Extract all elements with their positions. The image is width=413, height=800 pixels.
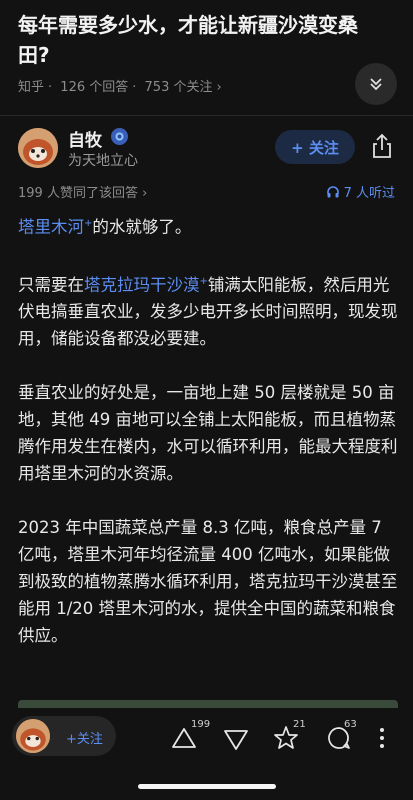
paragraph: 塔里木河+的水就够了。 (18, 217, 192, 237)
author-bio: 为天地立心 (68, 153, 138, 169)
question-title[interactable]: 每年需要多少水，才能让新疆沙漠变桑田? (18, 10, 358, 70)
upvote-count: 199 (191, 719, 211, 730)
double-chevron-down-icon (370, 78, 382, 91)
answers-count: 126 个回答 (60, 80, 129, 95)
share-icon[interactable] (368, 132, 396, 160)
question-meta[interactable]: 知乎 · 126 个回答 · 753 个关注 › (18, 76, 226, 95)
source-label: 知乎 (18, 80, 45, 95)
topic-link[interactable]: 塔里木河 (18, 218, 84, 237)
favorites-count: 21 (293, 719, 306, 730)
author-avatar[interactable] (18, 128, 58, 168)
follow-button[interactable]: + 关注 (275, 130, 355, 164)
listen-button[interactable]: 7 人听过 (326, 182, 395, 201)
image-preview-edge (18, 700, 398, 708)
answer-content: 塔里木河+的水就够了。 只需要在塔克拉玛干沙漠+铺满太阳能板，然后用光伏电搞垂直… (18, 210, 398, 676)
author-name[interactable]: 自牧 (68, 126, 102, 151)
followers-count: 753 个关注 (144, 80, 213, 95)
bottom-follow-button[interactable]: +关注 (66, 728, 103, 747)
collapse-button[interactable] (355, 63, 397, 105)
agree-count[interactable]: 199 人赞同了该回答 › (18, 182, 147, 201)
chevron-right-icon: › (142, 186, 148, 201)
verified-badge-icon (111, 128, 128, 145)
topic-link[interactable]: 塔克拉玛干沙漠 (84, 275, 200, 294)
paragraph: 2023 年中国蔬菜总产量 8.3 亿吨，粮食总产量 7 亿吨，塔里木河年均径流… (18, 518, 398, 645)
home-indicator[interactable] (138, 784, 276, 789)
author-avatar-small[interactable] (16, 719, 50, 753)
paragraph: 只需要在塔克拉玛干沙漠+铺满太阳能板，然后用光伏电搞垂直农业，发多少电开多长时间… (18, 275, 398, 348)
comments-count: 63 (344, 719, 357, 730)
downvote-icon[interactable] (222, 726, 250, 754)
chevron-right-icon: › (216, 80, 222, 95)
more-options-icon[interactable] (368, 724, 396, 752)
divider (0, 115, 413, 116)
paragraph: 垂直农业的好处是，一亩地上建 50 层楼就是 50 亩地，其他 49 亩地可以全… (18, 383, 398, 483)
headphones-icon (326, 185, 339, 197)
